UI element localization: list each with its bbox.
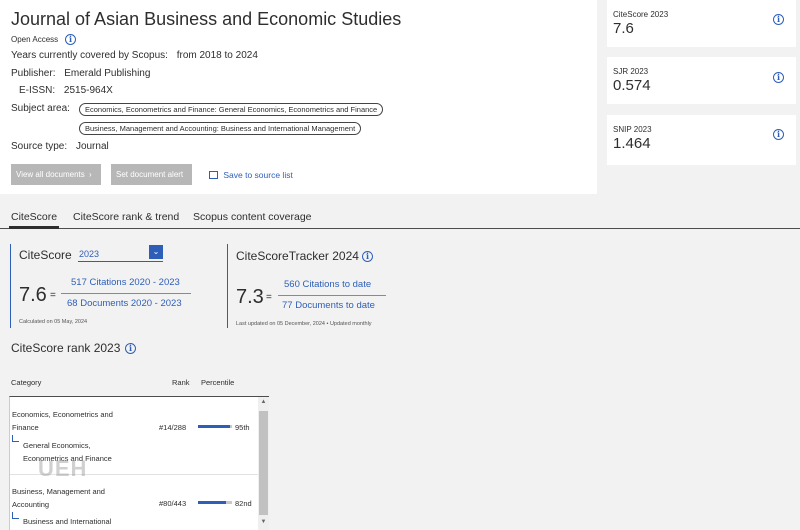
fraction-line (278, 295, 386, 296)
scrollbar-thumb[interactable] (259, 411, 268, 515)
scroll-down-arrow-icon[interactable]: ▼ (258, 519, 269, 525)
chevron-down-icon[interactable]: ⌄ (149, 245, 163, 259)
years-covered-row: Years currently covered by Scopus: from … (11, 50, 258, 61)
metric-value: 7.6 (613, 20, 634, 37)
subcategory-connector (12, 435, 19, 442)
percentile-bar (198, 425, 232, 428)
source-type-row: Source type: Journal (11, 141, 109, 152)
fraction-line (61, 293, 191, 294)
percentile-bar (198, 501, 232, 504)
source-details-card: Journal of Asian Business and Economic S… (0, 0, 597, 194)
bookmark-icon (209, 171, 218, 179)
citescore-panel-title: CiteScore (19, 248, 72, 262)
tab-bar: CiteScore CiteScore rank & trend Scopus … (0, 206, 800, 229)
percentile-bar-fill (198, 501, 226, 504)
category-name: Business, Management and Accounting (12, 487, 105, 509)
active-tab-indicator (9, 226, 59, 229)
percentile-value: 82nd (235, 499, 252, 508)
equals-sign: = (50, 290, 56, 301)
source-type-label: Source type: (11, 141, 68, 152)
info-icon[interactable]: i (773, 14, 784, 25)
rank-column-header: Rank (172, 378, 190, 387)
tracker-citations-link[interactable]: 560 Citations to date (284, 279, 371, 290)
info-icon[interactable]: i (65, 34, 76, 45)
publisher-row: Publisher: Emerald Publishing (11, 68, 150, 79)
eissn-row: E-ISSN: 2515-964X (19, 85, 113, 96)
subcategory-connector (12, 512, 19, 519)
set-document-alert-button[interactable]: Set document alert (111, 164, 192, 185)
subject-area-label: Subject area: (11, 103, 70, 114)
year-select-underline (78, 261, 163, 262)
subject-area-pill[interactable]: Business, Management and Accounting: Bus… (79, 122, 362, 135)
years-covered-label: Years currently covered by Scopus: (11, 50, 168, 61)
citescore-metric-card: CiteScore 2023 7.6 i (607, 0, 796, 47)
citations-link[interactable]: 517 Citations 2020 - 2023 (71, 277, 180, 288)
subcategory-name: Business and International (23, 517, 112, 526)
info-icon[interactable]: i (362, 251, 373, 262)
snip-metric-card: SNIP 2023 1.464 i (607, 115, 796, 165)
tab-scopus-content-coverage[interactable]: Scopus content coverage (193, 211, 312, 223)
citescore-rank-title: CiteScore rank 2023 (11, 341, 121, 355)
save-to-source-list-link[interactable]: Save to source list (209, 170, 293, 180)
source-type-value: Journal (75, 141, 109, 152)
rank-value: #14/288 (159, 423, 187, 432)
subject-area-pill[interactable]: Economics, Econometrics and Finance: Gen… (79, 103, 384, 116)
tracker-value: 7.3 (236, 286, 264, 308)
metric-value: 1.464 (613, 135, 651, 152)
documents-link[interactable]: 68 Documents 2020 - 2023 (67, 298, 182, 309)
info-icon[interactable]: i (773, 72, 784, 83)
percentile-bar-fill (198, 425, 231, 428)
eissn-value: 2515-964X (63, 85, 113, 96)
chevron-right-icon: › (89, 170, 92, 179)
citescore-value: 7.6 (19, 284, 47, 306)
metric-label: SJR 2023 (613, 67, 649, 76)
journal-title: Journal of Asian Business and Economic S… (11, 9, 402, 29)
tab-citescore[interactable]: CiteScore (11, 211, 57, 223)
tab-citescore-rank-trend[interactable]: CiteScore rank & trend (73, 211, 179, 223)
calculated-date: Calculated on 05 May, 2024 (19, 319, 88, 325)
citescore-panel-border (10, 244, 11, 328)
category-name: Economics, Econometrics and Finance (12, 410, 113, 432)
metric-label: SNIP 2023 (613, 125, 652, 134)
tracker-documents-link[interactable]: 77 Documents to date (282, 300, 375, 311)
publisher-label: Publisher: (11, 68, 56, 79)
sjr-metric-card: SJR 2023 0.574 i (607, 57, 796, 104)
metric-label: CiteScore 2023 (613, 10, 669, 19)
table-scrollbar[interactable]: ▲ ▼ (258, 397, 269, 530)
view-all-documents-label: View all documents (16, 170, 85, 179)
percentile-column-header: Percentile (201, 378, 235, 387)
save-to-source-list-label: Save to source list (223, 170, 293, 180)
info-icon[interactable]: i (773, 129, 784, 140)
scroll-up-arrow-icon[interactable]: ▲ (258, 399, 269, 405)
metric-value: 0.574 (613, 77, 651, 94)
rank-value: #80/443 (159, 499, 187, 508)
years-covered-value: from 2018 to 2024 (176, 50, 258, 61)
equals-sign: = (266, 292, 272, 303)
publisher-value: Emerald Publishing (64, 68, 151, 79)
view-all-documents-button[interactable]: View all documents › (11, 164, 101, 185)
watermark-logo: UEH (38, 456, 88, 481)
eissn-label: E-ISSN: (19, 85, 56, 96)
tracker-updated-date: Last updated on 05 December, 2024 • Upda… (236, 321, 372, 327)
percentile-value: 95th (235, 423, 250, 432)
year-select-value[interactable]: 2023 (79, 249, 99, 259)
tracker-panel-title: CiteScoreTracker 2024 (236, 249, 359, 263)
open-access-label: Open Access (11, 35, 59, 44)
tracker-panel-border (227, 244, 228, 328)
category-column-header: Category (11, 378, 42, 387)
info-icon[interactable]: i (125, 343, 136, 354)
